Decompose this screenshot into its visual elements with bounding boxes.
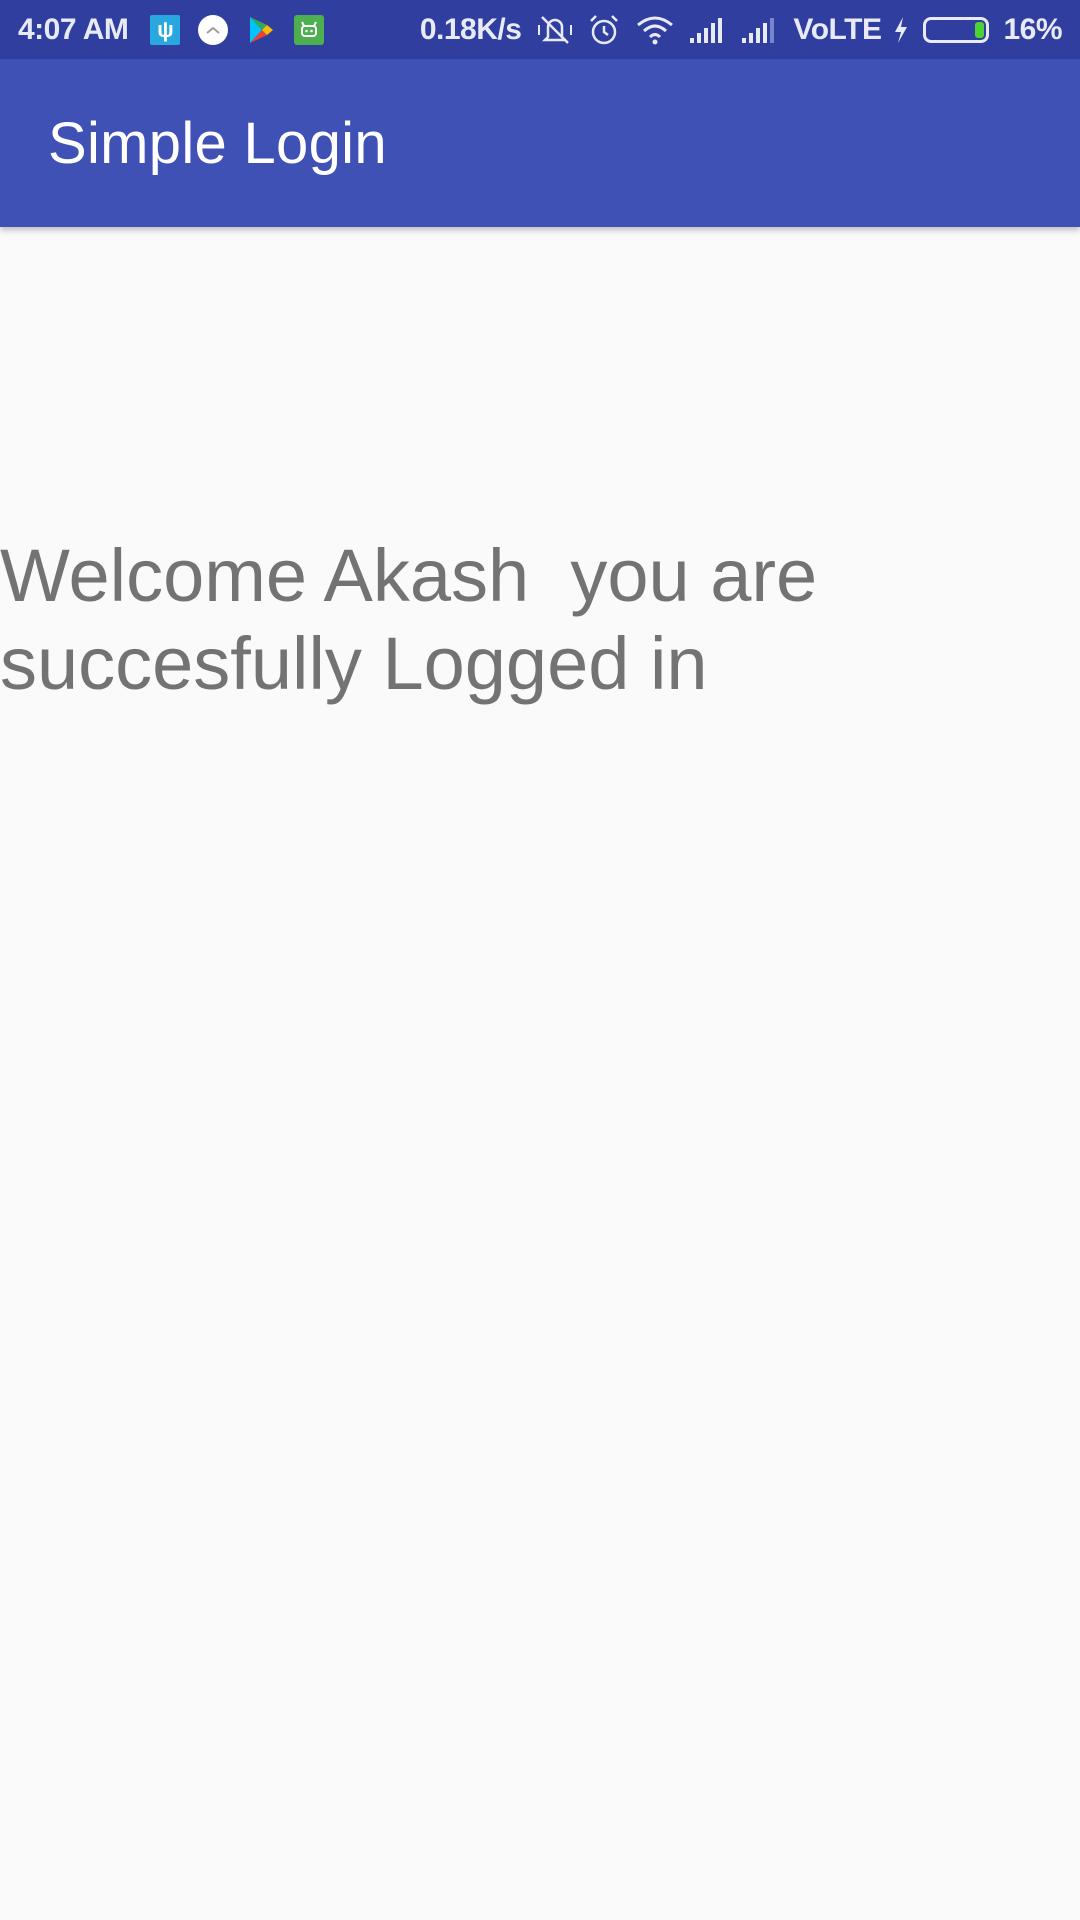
network-type: VoLTE: [793, 12, 882, 46]
app-bar: Simple Login: [0, 59, 1080, 227]
screen: 4:07 AM ψ 0.18K/s VoLTE 16% Simple Login…: [0, 0, 1080, 1920]
alarm-icon: [587, 13, 621, 47]
status-bar: 4:07 AM ψ 0.18K/s VoLTE 16%: [0, 0, 1080, 59]
usb-icon: ψ: [150, 14, 181, 45]
circle-app-icon: [198, 14, 229, 45]
play-store-icon: [246, 15, 276, 45]
status-right: 0.18K/s VoLTE 16%: [419, 12, 1063, 47]
battery-level: [975, 21, 985, 38]
signal-icon: [689, 16, 727, 44]
status-time: 4:07 AM: [18, 12, 129, 46]
app-title: Simple Login: [48, 110, 387, 176]
signal-icon: [741, 16, 779, 44]
vibrate-off-icon: [537, 13, 573, 47]
android-app-icon: [294, 14, 325, 45]
status-left: 4:07 AM ψ: [18, 13, 342, 47]
net-speed: 0.18K/s: [419, 12, 522, 46]
battery-percent: 16%: [1003, 12, 1062, 46]
battery-icon: [923, 16, 990, 43]
wifi-icon: [635, 15, 675, 45]
charging-icon: [893, 16, 909, 44]
welcome-message: Welcome Akash you are succesfully Logged…: [0, 534, 838, 705]
